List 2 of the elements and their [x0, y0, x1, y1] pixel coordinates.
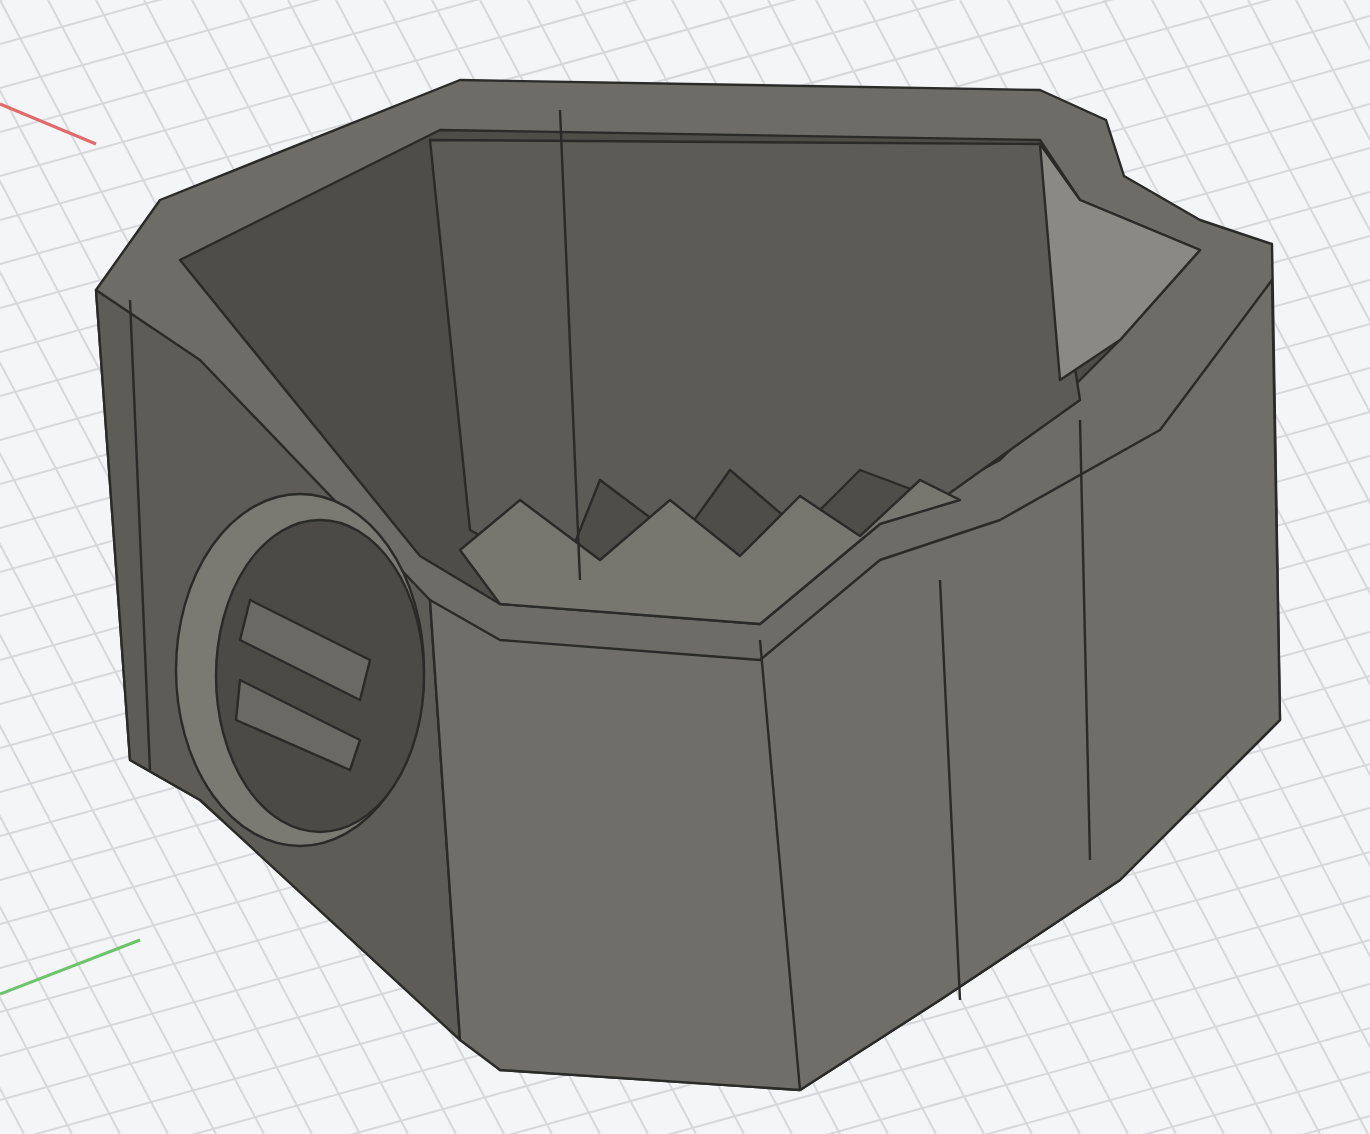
x-axis-line — [0, 102, 97, 146]
y-axis-line — [0, 938, 141, 996]
